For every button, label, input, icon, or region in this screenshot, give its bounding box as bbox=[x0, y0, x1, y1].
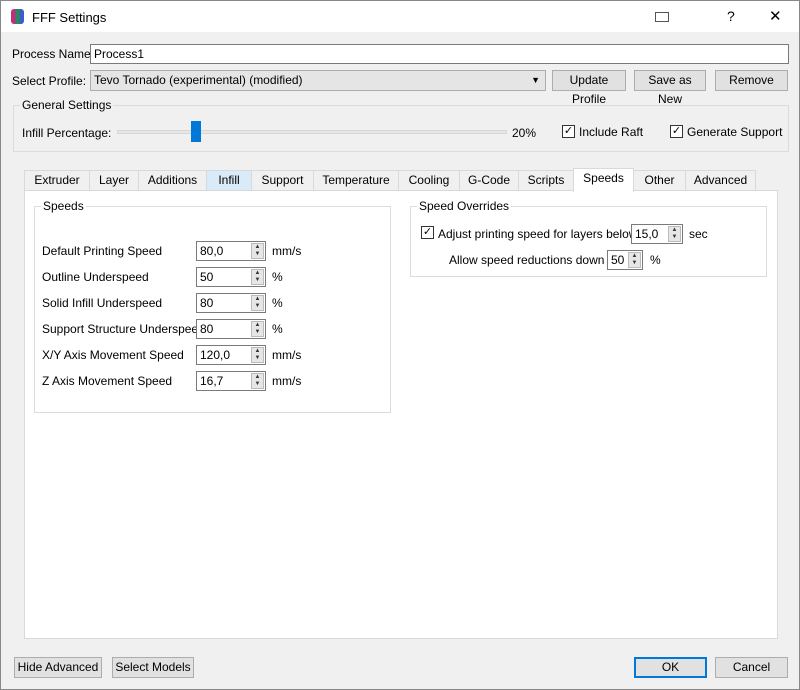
spin-arrows-icon[interactable]: ▲ ▼ bbox=[251, 295, 264, 311]
tab-layer[interactable]: Layer bbox=[89, 170, 139, 191]
speed-row-value: 80,0 bbox=[200, 244, 224, 258]
infill-value: 20% bbox=[512, 126, 537, 140]
ok-button[interactable]: OK bbox=[634, 657, 707, 678]
allow-reduction-label: Allow speed reductions down to bbox=[449, 253, 618, 267]
speed-row-unit: % bbox=[272, 296, 283, 310]
profile-select-value: Tevo Tornado (experimental) (modified) bbox=[94, 73, 303, 87]
generate-support-label: Generate Support bbox=[687, 125, 783, 139]
update-profile-button[interactable]: Update Profile bbox=[552, 70, 626, 106]
general-settings-title: General Settings bbox=[20, 98, 114, 112]
speed-row-unit: % bbox=[272, 322, 283, 336]
speed-row-unit: mm/s bbox=[272, 244, 302, 258]
spin-arrows-icon[interactable]: ▲ ▼ bbox=[251, 321, 264, 337]
speed-row-spinbox[interactable]: 80 ▲ ▼ bbox=[196, 319, 266, 339]
speed-row-spinbox[interactable]: 50 ▲ ▼ bbox=[196, 267, 266, 287]
tab-g-code[interactable]: G-Code bbox=[459, 170, 519, 191]
spin-arrows-icon[interactable]: ▲ ▼ bbox=[251, 269, 264, 285]
tab-panel-speeds: Speeds Default Printing Speed 80,0 ▲ ▼ mm/… bbox=[24, 190, 778, 639]
speed-overrides-group: Speed Overrides ✓ Adjust printing speed … bbox=[410, 199, 767, 277]
spin-arrows-icon[interactable]: ▲ ▼ bbox=[251, 243, 264, 259]
process-name-input[interactable]: Process1 bbox=[90, 44, 789, 64]
adjust-speed-spinbox[interactable]: 15,0 ▲ ▼ bbox=[631, 224, 683, 244]
speed-row-value: 80 bbox=[200, 322, 214, 336]
include-raft-label: Include Raft bbox=[579, 125, 644, 139]
save-as-new-button[interactable]: Save as New bbox=[634, 70, 706, 106]
spin-arrows-icon[interactable]: ▲ ▼ bbox=[251, 373, 264, 389]
window-title: FFF Settings bbox=[32, 10, 107, 25]
tab-extruder[interactable]: Extruder bbox=[24, 170, 90, 191]
adjust-speed-unit: sec bbox=[689, 227, 708, 241]
tab-other[interactable]: Other bbox=[633, 170, 686, 191]
tab-advanced[interactable]: Advanced bbox=[685, 170, 756, 191]
spin-arrows-icon[interactable]: ▲ ▼ bbox=[668, 226, 681, 242]
speed-row-value: 16,7 bbox=[200, 374, 224, 388]
spin-arrows-icon[interactable]: ▲ ▼ bbox=[251, 347, 264, 363]
speed-row-label: Outline Underspeed bbox=[42, 270, 149, 284]
tab-infill[interactable]: Infill bbox=[206, 170, 252, 191]
speed-row-label: X/Y Axis Movement Speed bbox=[42, 348, 184, 362]
speed-row-spinbox[interactable]: 16,7 ▲ ▼ bbox=[196, 371, 266, 391]
tab-scripts[interactable]: Scripts bbox=[518, 170, 574, 191]
speed-row-value: 80 bbox=[200, 296, 214, 310]
tab-temperature[interactable]: Temperature bbox=[313, 170, 399, 191]
select-profile-label: Select Profile: bbox=[12, 74, 87, 88]
tab-support[interactable]: Support bbox=[251, 170, 314, 191]
app-icon bbox=[11, 9, 24, 24]
select-models-button[interactable]: Select Models bbox=[112, 657, 194, 678]
speed-row-value: 120,0 bbox=[200, 348, 231, 362]
cancel-button[interactable]: Cancel bbox=[715, 657, 788, 678]
tab-cooling[interactable]: Cooling bbox=[398, 170, 460, 191]
infill-slider[interactable] bbox=[117, 121, 507, 142]
speed-row-unit: % bbox=[272, 270, 283, 284]
profile-select[interactable]: Tevo Tornado (experimental) (modified) ▼ bbox=[90, 70, 546, 91]
help-button[interactable]: ? bbox=[727, 8, 735, 24]
speed-overrides-title: Speed Overrides bbox=[417, 199, 512, 213]
general-settings-group: General Settings Infill Percentage: 20% … bbox=[13, 98, 789, 152]
speed-row-value: 50 bbox=[200, 270, 214, 284]
snap-icon[interactable] bbox=[655, 12, 669, 22]
infill-label: Infill Percentage: bbox=[22, 126, 112, 140]
allow-reduction-spinbox[interactable]: 50 ▲ ▼ bbox=[607, 250, 643, 270]
tab-additions[interactable]: Additions bbox=[138, 170, 207, 191]
speed-row-unit: mm/s bbox=[272, 374, 302, 388]
speed-row-unit: mm/s bbox=[272, 348, 302, 362]
remove-button[interactable]: Remove bbox=[715, 70, 788, 91]
speed-row-spinbox[interactable]: 80 ▲ ▼ bbox=[196, 293, 266, 313]
process-name-label: Process Name: bbox=[12, 47, 95, 61]
chevron-down-icon: ▼ bbox=[531, 75, 540, 85]
slider-handle[interactable] bbox=[191, 121, 201, 142]
hide-advanced-button[interactable]: Hide Advanced bbox=[14, 657, 102, 678]
spin-arrows-icon[interactable]: ▲ ▼ bbox=[628, 252, 641, 268]
adjust-speed-checkbox[interactable]: ✓ bbox=[421, 226, 434, 239]
speed-row-label: Default Printing Speed bbox=[42, 244, 163, 258]
tab-speeds[interactable]: Speeds bbox=[573, 168, 634, 192]
include-raft-checkbox[interactable]: ✓ bbox=[562, 125, 575, 138]
title-bar: FFF Settings ? ✕ bbox=[1, 1, 799, 32]
generate-support-checkbox[interactable]: ✓ bbox=[670, 125, 683, 138]
speed-row-label: Support Structure Underspeed bbox=[42, 322, 205, 336]
speed-row-spinbox[interactable]: 120,0 ▲ ▼ bbox=[196, 345, 266, 365]
adjust-speed-label: Adjust printing speed for layers below bbox=[438, 227, 638, 241]
speed-row-label: Solid Infill Underspeed bbox=[42, 296, 163, 310]
speeds-group: Speeds Default Printing Speed 80,0 ▲ ▼ mm/… bbox=[34, 199, 391, 413]
close-button[interactable]: ✕ bbox=[769, 7, 782, 25]
allow-reduction-unit: % bbox=[650, 253, 661, 267]
speed-row-spinbox[interactable]: 80,0 ▲ ▼ bbox=[196, 241, 266, 261]
speeds-title: Speeds bbox=[41, 199, 86, 213]
speed-row-label: Z Axis Movement Speed bbox=[42, 374, 173, 388]
